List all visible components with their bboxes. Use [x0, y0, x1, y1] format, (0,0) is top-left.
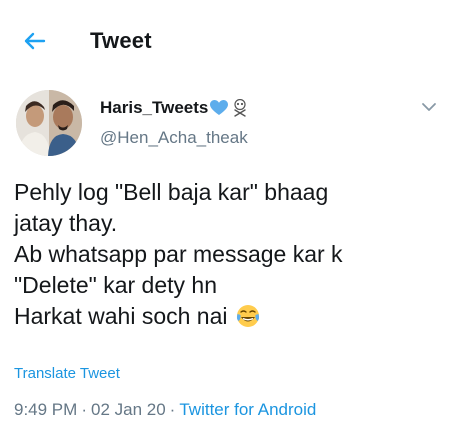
tweet-date: 02 Jan 20: [90, 400, 166, 419]
tweet-line-last: Harkat wahi soch nai: [14, 301, 444, 332]
more-options-button[interactable]: [420, 100, 438, 114]
tweet-line: "Delete" kar dety hn: [14, 272, 217, 298]
translate-tweet-link[interactable]: Translate Tweet: [14, 365, 120, 382]
arrow-left-icon: [24, 32, 46, 50]
tweet-line-text: Harkat wahi soch nai: [14, 303, 228, 329]
page-title: Tweet: [90, 28, 152, 53]
author-handle[interactable]: @Hen_Acha_theak: [100, 128, 248, 148]
tweet-line: Ab whatsapp par message kar k: [14, 241, 343, 267]
tweet-author: Haris_Tweets @Hen_Acha_theak: [12, 86, 442, 158]
tweet-meta: 9:49 PM · 02 Jan 20 · Twitter for Android: [14, 400, 316, 420]
author-name-row[interactable]: Haris_Tweets: [100, 96, 248, 120]
blue-heart-icon: [210, 100, 229, 115]
back-button[interactable]: [20, 26, 50, 56]
chevron-down-icon: [422, 103, 436, 111]
meta-separator: ·: [169, 400, 176, 419]
top-bar: Tweet: [0, 0, 450, 82]
avatar-photo: [16, 90, 82, 156]
tweet-source-link[interactable]: Twitter for Android: [179, 400, 316, 419]
tweet-line: Pehly log "Bell baja kar" bhaag: [14, 179, 329, 205]
tweet-time: 9:49 PM: [14, 400, 78, 419]
meta-separator: ·: [81, 400, 87, 419]
skull-crossbones-icon: [234, 99, 247, 117]
face-with-tears-of-joy-icon: [236, 305, 259, 327]
tweet-line: jatay thay.: [14, 210, 118, 236]
author-display-name: Haris_Tweets: [100, 98, 209, 117]
tweet-body: Pehly log "Bell baja kar" bhaag jatay th…: [14, 177, 444, 332]
avatar[interactable]: [16, 90, 82, 156]
